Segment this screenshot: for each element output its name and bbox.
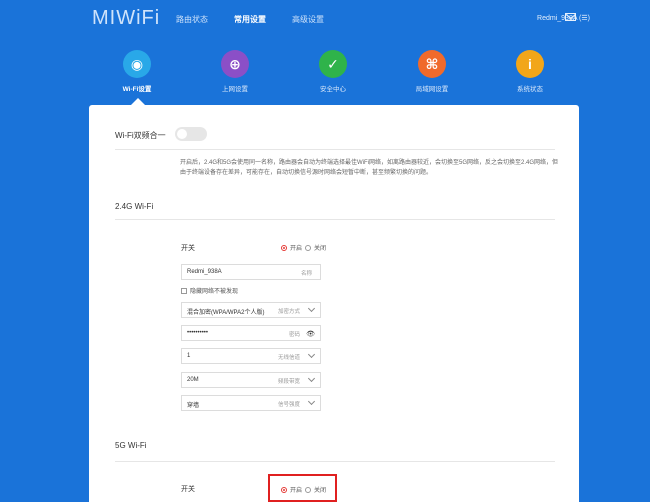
wifi-dual-toggle[interactable] <box>175 127 207 141</box>
encryption-select-2g[interactable]: 混合加密(WPA/WPA2个人版) 加密方式 <box>181 302 321 318</box>
globe-icon: ⊕ <box>221 50 249 78</box>
password-hint: 密码 <box>288 332 300 338</box>
radio-off-2g[interactable] <box>305 244 312 251</box>
bandwidth-select-2g[interactable]: 20M 频段带宽 <box>181 372 321 388</box>
nav-common-settings[interactable]: 常用设置 <box>234 14 266 25</box>
menu-security-center[interactable]: ✓ 安全中心 <box>293 50 373 93</box>
signal-value: 穿墙 <box>187 403 200 409</box>
encryption-hint: 加密方式 <box>277 309 300 315</box>
wifi-dual-description: 开启后，2.4G和5G会使用同一名称，路由器会自动为终端选择最佳WiFi网络，如… <box>180 160 559 176</box>
switch-label-2g: 开关 <box>181 245 195 252</box>
logo: MIWiFi <box>92 7 161 29</box>
ssid-input-2g[interactable]: Redmi_938A 名称 <box>181 264 321 280</box>
checkbox-box[interactable] <box>181 287 187 294</box>
bandwidth-value: 20M <box>187 377 199 383</box>
settings-icon-row: ◉ Wi-Fi设置 ⊕ 上网设置 ✓ 安全中心 ⌘ 局域网设置 i 系统状态 <box>0 50 650 100</box>
signal-select-2g[interactable]: 穿墙 信号强度 <box>181 395 321 411</box>
chevron-down-icon <box>307 304 316 313</box>
settings-panel: Wi-Fi双频合一 开启后，2.4G和5G会使用同一名称，路由器会自动为终端选择… <box>89 105 579 502</box>
menu-wifi-settings[interactable]: ◉ Wi-Fi设置 <box>97 50 177 93</box>
network-icon: ⌘ <box>418 50 446 78</box>
menu-label: Wi-Fi设置 <box>122 86 152 93</box>
user-menu[interactable]: Redmi_938A (☰) <box>537 14 590 22</box>
menu-system-status[interactable]: i 系统状态 <box>490 50 570 93</box>
top-nav: 路由状态 常用设置 高级设置 <box>176 14 324 25</box>
chevron-down-icon <box>307 350 316 359</box>
radio-on-2g[interactable] <box>281 244 287 251</box>
menu-label: 局域网设置 <box>415 86 449 93</box>
ssid-value: Redmi_938A <box>187 269 222 275</box>
bandwidth-hint: 频段带宽 <box>277 379 300 385</box>
hide-network-label: 隐藏网络不被发现 <box>190 289 239 295</box>
menu-internet-settings[interactable]: ⊕ 上网设置 <box>195 50 275 93</box>
switch-radios-2g: 开启 关闭 <box>281 243 326 252</box>
nav-router-status[interactable]: 路由状态 <box>176 14 208 25</box>
channel-value: 1 <box>187 353 191 359</box>
mail-icon[interactable] <box>565 13 576 21</box>
chevron-down-icon <box>307 397 316 406</box>
nav-advanced-settings[interactable]: 高级设置 <box>292 14 324 25</box>
password-input-2g[interactable]: •••••••••• 密码 👁 <box>181 325 321 341</box>
highlight-box <box>268 474 337 502</box>
channel-select-2g[interactable]: 1 无线信道 <box>181 348 321 364</box>
info-icon: i <box>516 50 544 78</box>
password-value: •••••••••• <box>187 330 209 336</box>
ssid-hint: 名称 <box>300 271 312 277</box>
encryption-value: 混合加密(WPA/WPA2个人版) <box>187 310 265 316</box>
eye-icon[interactable]: 👁 <box>306 330 315 338</box>
menu-lan-settings[interactable]: ⌘ 局域网设置 <box>392 50 472 93</box>
menu-label: 安全中心 <box>320 86 346 93</box>
top-bar: MIWiFi 路由状态 常用设置 高级设置 Redmi_938A (☰) <box>0 0 650 40</box>
signal-hint: 信号强度 <box>277 402 300 408</box>
wifi-dual-title: Wi-Fi双频合一 <box>115 131 166 140</box>
chevron-down-icon <box>307 374 316 383</box>
hide-network-checkbox[interactable]: 隐藏网络不被发现 <box>181 286 238 295</box>
shield-icon: ✓ <box>319 50 347 78</box>
divider <box>115 149 555 150</box>
divider <box>115 461 555 462</box>
section-title-2g: 2.4G Wi-Fi <box>115 202 154 211</box>
switch-label-5g: 开关 <box>181 486 195 493</box>
menu-label: 上网设置 <box>222 86 248 93</box>
radio-off-label: 关闭 <box>314 246 327 252</box>
channel-hint: 无线信道 <box>277 355 300 361</box>
section-title-5g: 5G Wi-Fi <box>115 441 147 450</box>
menu-label: 系统状态 <box>517 86 543 93</box>
wifi-icon: ◉ <box>123 50 151 78</box>
radio-on-label: 开启 <box>290 246 303 252</box>
divider <box>115 219 555 220</box>
active-indicator-arrow <box>131 98 145 105</box>
